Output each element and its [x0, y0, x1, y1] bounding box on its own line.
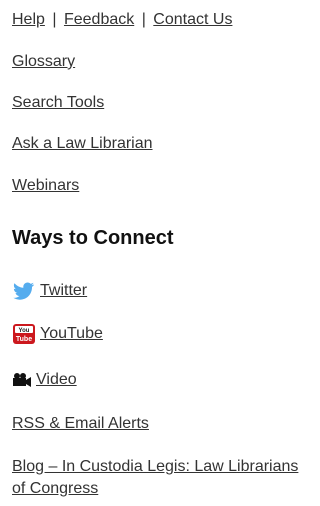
ask-law-librarian-link[interactable]: Ask a Law Librarian [12, 134, 153, 154]
ways-to-connect-heading: Ways to Connect [12, 227, 174, 249]
video-row[interactable]: Video [12, 369, 77, 391]
blog-link[interactable]: Blog – In Custodia Legis: Law Librarians… [12, 456, 302, 500]
separator: | [52, 11, 57, 28]
twitter-link[interactable]: Twitter [40, 281, 87, 301]
glossary-link[interactable]: Glossary [12, 52, 75, 72]
contact-us-link[interactable]: Contact Us [153, 11, 232, 28]
youtube-icon: You Tube [12, 323, 36, 345]
video-camera-icon [12, 369, 32, 391]
svg-text:Tube: Tube [16, 336, 32, 343]
youtube-row[interactable]: You Tube YouTube [12, 323, 103, 345]
svg-text:You: You [19, 328, 30, 334]
webinars-link[interactable]: Webinars [12, 176, 79, 196]
twitter-row[interactable]: Twitter [12, 280, 87, 302]
video-link[interactable]: Video [36, 370, 77, 390]
youtube-link[interactable]: YouTube [40, 324, 103, 344]
rss-email-alerts-link[interactable]: RSS & Email Alerts [12, 414, 149, 434]
help-link[interactable]: Help [12, 11, 45, 28]
feedback-link[interactable]: Feedback [64, 11, 134, 28]
separator: | [141, 11, 146, 28]
twitter-bird-icon [12, 280, 36, 302]
top-links: Help | Feedback | Contact Us [12, 10, 232, 30]
search-tools-link[interactable]: Search Tools [12, 93, 104, 113]
